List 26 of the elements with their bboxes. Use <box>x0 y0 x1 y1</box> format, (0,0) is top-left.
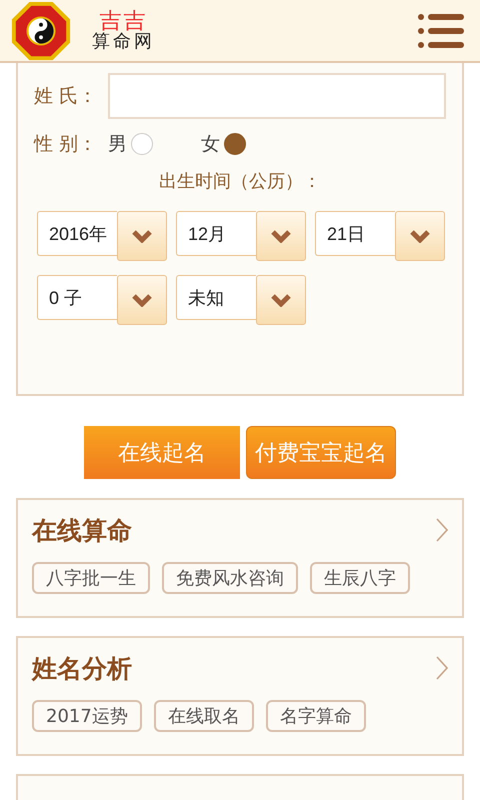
chevron-right-icon[interactable] <box>436 656 448 680</box>
field-label: 姓 氏： <box>34 84 98 109</box>
section-label: 出生时间（公历）： <box>158 170 322 193</box>
yin-yang-icon <box>10 0 72 62</box>
tag-link[interactable]: 名字算命 <box>266 700 366 732</box>
chevron-right-icon[interactable] <box>436 518 448 542</box>
chevron-down-icon <box>410 229 430 243</box>
logo-title: 吉吉 <box>100 10 148 32</box>
radio-label: 女 <box>201 132 220 157</box>
section-title: 姓名分析 <box>32 652 132 684</box>
logo-subtitle: 算命网 <box>92 32 155 50</box>
input-field[interactable] <box>108 73 446 119</box>
menu-icon[interactable] <box>418 12 466 48</box>
chevron-down-icon <box>132 293 152 307</box>
tag-link[interactable]: 八字批一生 <box>32 562 150 594</box>
field-label: 性 别： <box>34 132 98 157</box>
tag-link[interactable]: 生辰八字 <box>310 562 410 594</box>
radio-label: 男 <box>108 132 127 157</box>
chevron-down-icon <box>271 229 291 243</box>
tag-link[interactable]: 在线取名 <box>154 700 254 732</box>
chevron-down-icon <box>132 229 152 243</box>
section-title: 在线算命 <box>32 514 132 546</box>
tag-link[interactable]: 免费风水咨询 <box>162 562 298 594</box>
tag-link[interactable]: 2017运势 <box>32 700 142 732</box>
radio-button[interactable] <box>224 133 246 155</box>
chevron-down-icon <box>271 293 291 307</box>
